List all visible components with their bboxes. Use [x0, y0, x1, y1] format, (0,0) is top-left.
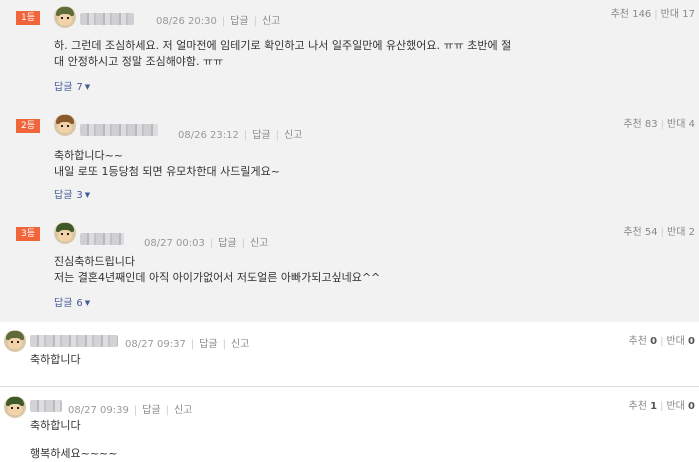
comment-text: 축하합니다~~ 내일 로또 1등당첨 되면 유모차한대 사드릴게요~ [54, 149, 280, 178]
avatar[interactable] [4, 396, 26, 418]
reply-action[interactable]: 답글 [218, 238, 236, 249]
oppose-button[interactable]: 반대 17 [661, 9, 695, 20]
author-nickname[interactable] [30, 400, 62, 412]
recommend-button[interactable]: 추천 54 [623, 227, 657, 238]
comment-meta: 08/27 09:37 | 답글 | 신고 [125, 339, 250, 350]
oppose-count: 2 [688, 227, 695, 238]
avatar[interactable] [54, 222, 76, 244]
recommend-count: 146 [632, 9, 652, 20]
reply-action[interactable]: 답글 [252, 130, 270, 141]
comment-text: 축하합니다 행복하세요~~~~ [30, 419, 118, 460]
recommend-count: 1 [650, 401, 658, 412]
reply-action[interactable]: 답글 [142, 405, 160, 416]
report-action[interactable]: 신고 [174, 405, 192, 416]
author-nickname[interactable] [80, 233, 124, 245]
comment-meta: 08/27 09:39 | 답글 | 신고 [68, 405, 193, 416]
oppose-button[interactable]: 반대 0 [666, 401, 695, 412]
rank-badge: 1등 [16, 11, 40, 25]
avatar[interactable] [4, 330, 26, 352]
reply-count: 6 [76, 298, 83, 309]
reply-action[interactable]: 답글 [199, 339, 217, 350]
triangle-down-icon: ▼ [84, 299, 91, 307]
comment-meta: 08/26 23:12 | 답글 | 신고 [178, 130, 303, 141]
reply-count: 7 [76, 82, 83, 93]
comment-date: 08/27 09:37 [125, 339, 186, 350]
reply-toggle[interactable]: 답글 6 ▼ [54, 294, 90, 309]
oppose-button[interactable]: 반대 4 [667, 119, 695, 130]
reply-toggle[interactable]: 답글 3 ▼ [54, 186, 90, 201]
avatar[interactable] [54, 114, 76, 136]
comment-meta: 08/26 20:30 | 답글 | 신고 [156, 16, 281, 27]
recommend-button[interactable]: 추천 0 [629, 336, 658, 347]
rank-badge: 3등 [16, 227, 40, 241]
oppose-count: 0 [688, 401, 695, 412]
recommend-count: 54 [644, 227, 658, 238]
oppose-count: 0 [688, 336, 695, 347]
reply-toggle[interactable]: 답글 7 ▼ [54, 78, 90, 93]
author-nickname[interactable] [80, 124, 158, 136]
comment-date: 08/27 09:39 [68, 405, 129, 416]
triangle-down-icon: ▼ [84, 83, 91, 91]
comment-text: 축하합니다 [30, 353, 81, 366]
comment-item: 1등 08/26 20:30 | 답글 | 신고 추천 146 | 반대 17 하. 그런데… [0, 0, 699, 108]
recommend-count: 83 [644, 119, 658, 130]
comment-date: 08/27 00:03 [144, 238, 205, 249]
reply-count: 3 [76, 190, 83, 201]
report-action[interactable]: 신고 [284, 130, 302, 141]
comment-date: 08/26 20:30 [156, 16, 217, 27]
comment-date: 08/26 23:12 [178, 130, 239, 141]
comment-text: 진심축하드립니다 저는 결혼4년째인데 아직 아이가없어서 저도얼른 아빠가되고… [54, 255, 381, 284]
triangle-down-icon: ▼ [84, 191, 91, 199]
vote-area: 추천 54 | 반대 2 [623, 227, 695, 238]
comment-text: 하. 그런데 조심하세요. 저 얼마전에 임테기로 확인하고 나서 일주일만에 … [54, 39, 512, 68]
recommend-button[interactable]: 추천 83 [623, 119, 657, 130]
oppose-count: 4 [688, 119, 695, 130]
rank-badge: 2등 [16, 119, 40, 133]
comment-item: 2등 08/26 23:12 | 답글 | 신고 추천 83 | 반대 4 축하합니다~~ … [0, 108, 699, 216]
oppose-button[interactable]: 반대 2 [667, 227, 695, 238]
reply-action[interactable]: 답글 [230, 16, 248, 27]
report-action[interactable]: 신고 [262, 16, 280, 27]
comment-item: 08/27 09:37 | 답글 | 신고 추천 0 | 반대 0 축하합니다 [0, 322, 699, 386]
vote-area: 추천 1 | 반대 0 [628, 401, 696, 412]
author-nickname[interactable] [80, 13, 134, 25]
comment-meta: 08/27 00:03 | 답글 | 신고 [144, 238, 269, 249]
vote-area: 추천 146 | 반대 17 [610, 9, 695, 20]
report-action[interactable]: 신고 [231, 339, 249, 350]
comment-item: 08/27 09:39 | 답글 | 신고 추천 1 | 반대 0 축하합니다 행복하세요~… [0, 387, 699, 461]
author-nickname[interactable] [30, 335, 118, 347]
avatar[interactable] [54, 6, 76, 28]
report-action[interactable]: 신고 [250, 238, 268, 249]
vote-area: 추천 83 | 반대 4 [623, 119, 695, 130]
oppose-button[interactable]: 반대 0 [666, 336, 695, 347]
vote-area: 추천 0 | 반대 0 [628, 336, 696, 347]
oppose-count: 17 [682, 9, 695, 20]
recommend-count: 0 [650, 336, 658, 347]
recommend-button[interactable]: 추천 1 [629, 401, 658, 412]
recommend-button[interactable]: 추천 146 [611, 9, 652, 20]
comment-item: 3등 08/27 00:03 | 답글 | 신고 추천 54 | 반대 2 진심축하드립니다… [0, 216, 699, 322]
